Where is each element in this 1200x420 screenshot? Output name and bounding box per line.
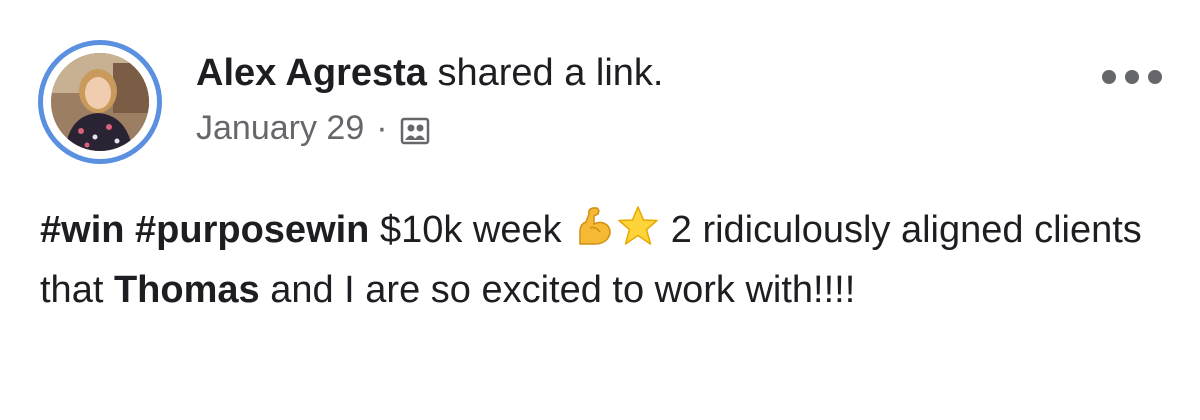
post-body-text: and I are so excited to work with!!!! xyxy=(259,269,856,311)
profile-avatar-ring[interactable] xyxy=(38,40,162,164)
post-header-title: Alex Agresta shared a link. xyxy=(196,50,664,96)
mention-link[interactable]: Thomas xyxy=(114,269,260,311)
facebook-post: Alex Agresta shared a link. January 29 ·… xyxy=(0,0,1200,420)
more-dot xyxy=(1102,70,1116,84)
more-options-icon[interactable] xyxy=(1102,62,1162,92)
flexed-biceps-icon xyxy=(572,204,616,248)
post-body: #win #purposewin $10k week 2 ridiculousl… xyxy=(40,200,1150,320)
star-icon xyxy=(616,204,660,248)
more-dot xyxy=(1148,70,1162,84)
hashtag-link[interactable]: #purposewin xyxy=(135,209,369,251)
post-body-text: $10k week xyxy=(369,209,573,251)
avatar[interactable] xyxy=(51,53,149,151)
post-date[interactable]: January 29 xyxy=(196,106,364,150)
hashtag-link[interactable]: #win xyxy=(40,209,124,251)
post-meta: January 29 · xyxy=(196,106,430,150)
more-dot xyxy=(1125,70,1139,84)
post-action-text: shared a link. xyxy=(426,52,664,94)
author-name[interactable]: Alex Agresta xyxy=(196,52,427,94)
meta-separator: · xyxy=(376,109,388,147)
group-audience-icon[interactable] xyxy=(400,113,430,145)
